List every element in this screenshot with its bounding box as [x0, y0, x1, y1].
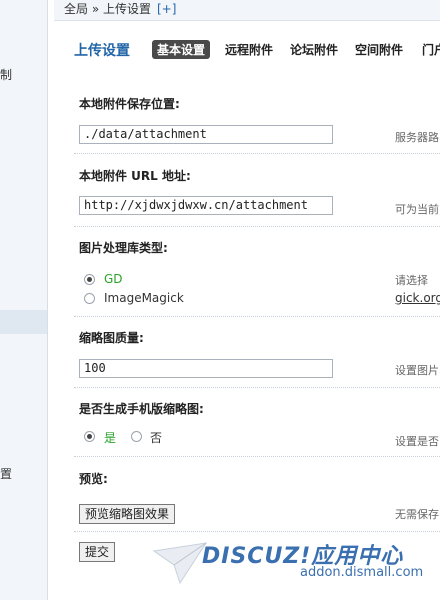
attach-url-input[interactable]: http://xjdwxjdwxw.cn/attachment [79, 196, 333, 215]
image-lib-gd-radio[interactable] [84, 274, 95, 285]
thumb-quality-hint: 设置图片 [395, 364, 439, 377]
mobile-thumb-label: 是否生成手机版缩略图: [79, 402, 204, 416]
mobile-thumb-hint: 设置是否 [395, 435, 439, 448]
tab-basic-settings[interactable]: 基本设置 [152, 40, 211, 59]
attach-url-label: 本地附件 URL 地址: [79, 169, 191, 183]
tab-forum-attachment[interactable]: 论坛附件 [290, 41, 338, 58]
paper-plane-icon [152, 542, 208, 585]
breadcrumb-text: 全局 » 上传设置 [64, 2, 151, 16]
image-lib-hint: 请选择 [395, 274, 428, 287]
mobile-thumb-yes-label[interactable]: 是 [104, 429, 116, 446]
breadcrumb-bar: 全局 » 上传设置 [+] [54, 0, 440, 21]
thumb-quality-input[interactable]: 100 [79, 359, 333, 378]
sidebar-item-label[interactable]: 制 [0, 66, 12, 83]
divider [74, 387, 440, 388]
divider [74, 531, 440, 532]
sidebar-item-active[interactable] [0, 310, 47, 334]
image-lib-imagemagick-label[interactable]: ImageMagick [104, 291, 184, 305]
image-lib-gd-label[interactable]: GD [104, 272, 123, 286]
mobile-thumb-no-label[interactable]: 否 [150, 429, 162, 446]
watermark-url: addon.dismall.com [300, 565, 424, 580]
attach-dir-hint: 服务器路 [395, 131, 439, 144]
breadcrumb: 全局 » 上传设置 [+] [64, 0, 176, 17]
page-title: 上传设置 [74, 43, 130, 59]
mobile-thumb-no-radio[interactable] [131, 431, 142, 442]
image-lib-imagemagick-radio[interactable] [84, 293, 95, 304]
thumb-quality-label: 缩略图质量: [79, 331, 144, 345]
watermark: DISCUZ!应用中心 addon.dismall.com [150, 535, 440, 600]
preview-hint: 无需保存 [395, 508, 439, 521]
add-shortcut-link[interactable]: [+] [157, 2, 176, 16]
divider [74, 153, 440, 154]
tab-space-attachment[interactable]: 空间附件 [355, 41, 403, 58]
attach-dir-label: 本地附件保存位置: [79, 97, 180, 111]
tab-remote-attachment[interactable]: 远程附件 [225, 41, 273, 58]
mobile-thumb-yes-radio[interactable] [84, 431, 95, 442]
divider [74, 456, 440, 457]
sidebar-item-label[interactable]: 置 [0, 465, 12, 482]
sidebar: 制 置 [0, 0, 48, 600]
submit-button[interactable]: 提交 [79, 542, 116, 562]
tab-portal[interactable]: 门户 [422, 41, 440, 58]
imagemagick-link[interactable]: gick.org [395, 291, 440, 305]
attach-dir-input[interactable]: ./data/attachment [79, 125, 333, 144]
divider [74, 316, 440, 317]
attach-url-hint: 可为当前 [395, 203, 439, 216]
image-lib-label: 图片处理库类型: [79, 241, 168, 255]
preview-thumb-button[interactable]: 预览缩略图效果 [79, 504, 176, 524]
preview-label: 预览: [79, 472, 108, 486]
divider [74, 226, 440, 227]
